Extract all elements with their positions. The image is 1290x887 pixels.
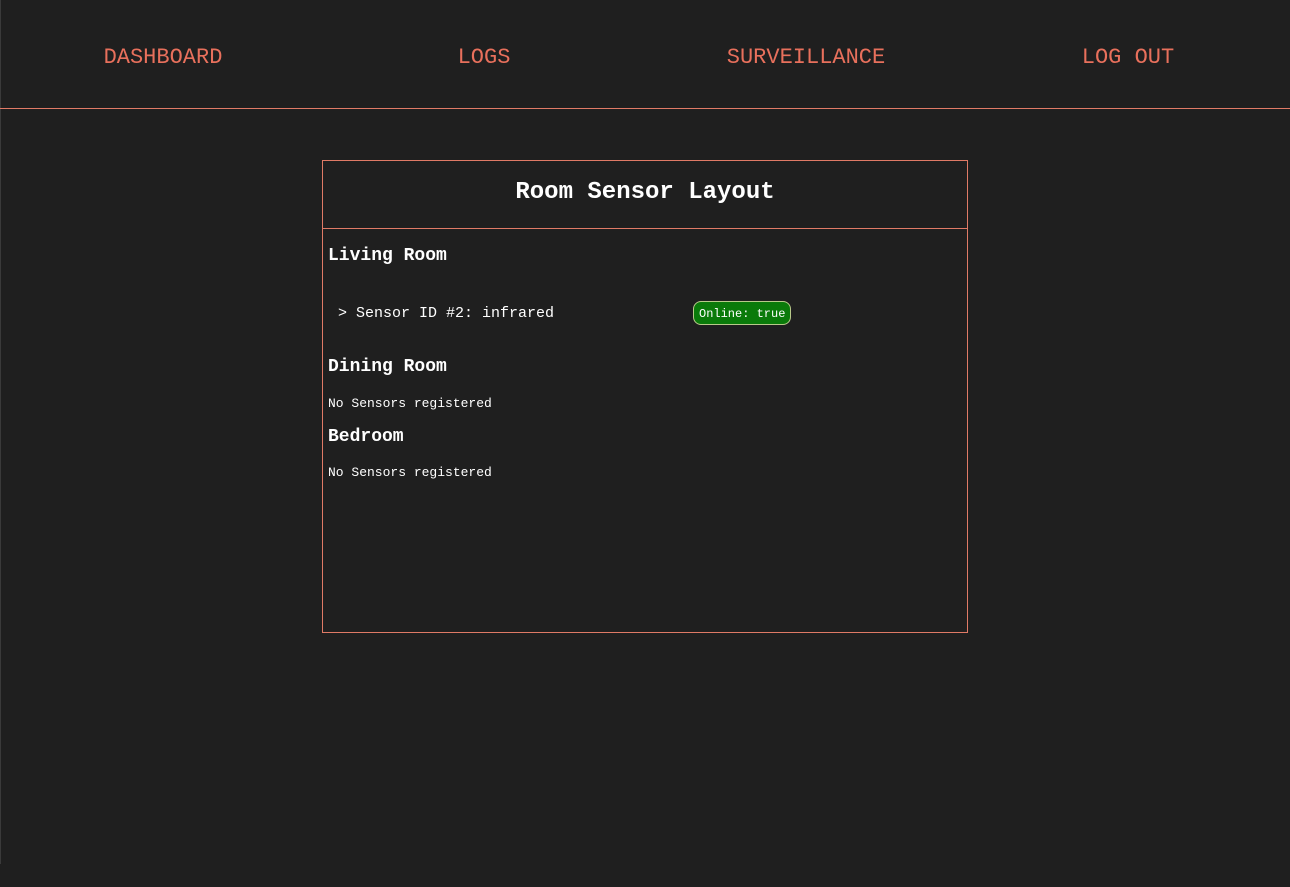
sensor-row[interactable]: > Sensor ID #2: infrared xyxy=(338,305,554,322)
top-nav: DASHBOARD LOGS SURVEILLANCE LOG OUT xyxy=(0,0,1290,109)
panel-header: Room Sensor Layout xyxy=(323,161,967,229)
left-edge-divider xyxy=(0,0,1,864)
room-title-living-room: Living Room xyxy=(328,246,447,266)
room-title-bedroom: Bedroom xyxy=(328,427,404,447)
page: DASHBOARD LOGS SURVEILLANCE LOG OUT Room… xyxy=(0,0,1290,887)
room-sensor-panel: Room Sensor Layout Living Room > Sensor … xyxy=(322,160,968,633)
room-title-dining-room: Dining Room xyxy=(328,357,447,377)
panel-title: Room Sensor Layout xyxy=(515,179,775,206)
empty-sensors-dining-room: No Sensors registered xyxy=(328,396,492,411)
nav-surveillance[interactable]: SURVEILLANCE xyxy=(645,45,967,70)
nav-logs[interactable]: LOGS xyxy=(323,45,645,70)
empty-sensors-bedroom: No Sensors registered xyxy=(328,465,492,480)
nav-dashboard[interactable]: DASHBOARD xyxy=(2,45,324,70)
nav-log-out[interactable]: LOG OUT xyxy=(967,45,1289,70)
status-badge: Online: true xyxy=(693,301,792,325)
